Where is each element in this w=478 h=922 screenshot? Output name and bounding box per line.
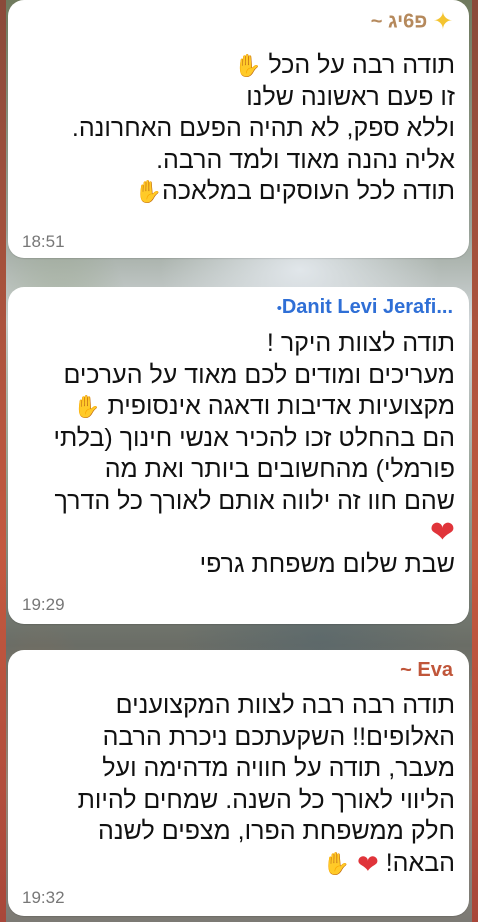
pray-icon: ✋ (134, 179, 163, 205)
pray-icon: ✋ (73, 394, 101, 420)
heart-icon: ❤ (356, 848, 379, 879)
message-text: תודה רבה על הכל ✋ זו פעם ראשונה שלנו ולל… (71, 51, 455, 205)
wallpaper-edge-right (472, 0, 478, 922)
pray-icon: ✋ (322, 850, 350, 876)
message-timestamp: 18:51 (22, 232, 65, 251)
sender-name[interactable]: ~ פ6יג ✦ (371, 10, 453, 34)
wallpaper-edge-left (0, 0, 6, 922)
message-timestamp: 19:32 (22, 888, 65, 907)
sender-label: Danit Levi Jerafi... (281, 296, 453, 318)
message-text: תודה לצוות היקר ! מעריכים ומודים לכם מאו… (53, 329, 455, 578)
pray-icon: ✋ (234, 53, 262, 79)
message-text: תודה רבה רבה לצוות המקצוענים האלופים!! ה… (77, 691, 455, 879)
heart-icon: ❤ (429, 516, 455, 550)
message-bubble[interactable]: •Danit Levi Jerafi... תודה לצוות היקר ! … (8, 287, 469, 624)
sender-name[interactable]: •Danit Levi Jerafi... (277, 296, 453, 319)
message-timestamp: 19:29 (22, 595, 65, 614)
sparkle-icon: ✦ (432, 8, 453, 35)
message-bubble[interactable]: ~ Eva תודה רבה רבה לצוות המקצוענים האלופ… (8, 650, 469, 916)
sender-label: ~ פ6יג (370, 10, 428, 33)
sender-name[interactable]: ~ Eva (400, 659, 453, 682)
message-bubble[interactable]: ~ פ6יג ✦ תודה רבה על הכל ✋ זו פעם ראשונה… (8, 0, 469, 258)
